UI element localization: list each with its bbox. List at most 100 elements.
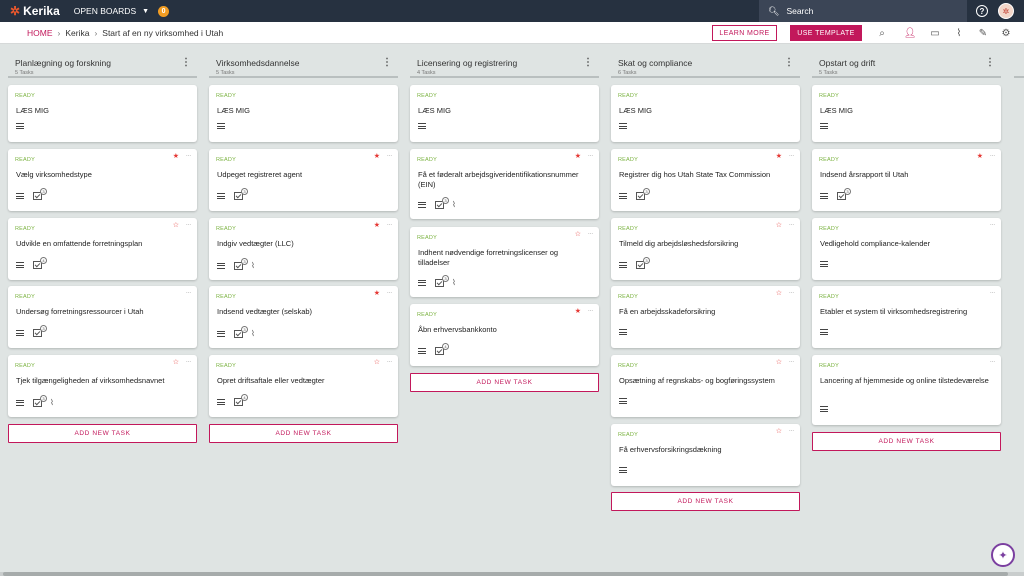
card-menu-icon[interactable]: ... xyxy=(186,289,191,295)
add-new-task-button[interactable]: ADD NEW TASK xyxy=(410,373,599,392)
task-card[interactable]: READY Få et føderalt arbejdsgiveridentif… xyxy=(410,149,599,219)
add-new-task-button[interactable]: ADD NEW TASK xyxy=(8,424,197,443)
priority-star-icon[interactable]: ☆ xyxy=(776,427,782,435)
checklist-icon: 3 xyxy=(33,325,47,337)
avatar[interactable]: ✲ xyxy=(998,3,1014,19)
card-menu-icon[interactable]: ... xyxy=(186,221,191,227)
priority-star-icon[interactable]: ☆ xyxy=(374,358,380,366)
task-card[interactable]: READY Åbn erhvervsbankkonto ★... 4 xyxy=(410,304,599,366)
learn-more-button[interactable]: LEARN MORE xyxy=(712,25,777,41)
attachment-icon[interactable]: ⌇ xyxy=(953,27,965,39)
column-menu-icon[interactable]: ⋮ xyxy=(985,57,995,68)
card-menu-icon[interactable]: ... xyxy=(990,289,995,295)
checklist-icon: 3 xyxy=(837,188,851,200)
task-card[interactable]: READY LÆS MIG xyxy=(8,85,197,142)
task-card[interactable]: READY Etabler et system til virksomhedsr… xyxy=(812,286,1001,348)
task-card[interactable]: READY Registrer dig hos Utah State Tax C… xyxy=(611,149,800,211)
card-menu-icon[interactable]: ... xyxy=(588,152,593,158)
priority-star-icon[interactable]: ★ xyxy=(776,152,782,160)
task-card[interactable]: READY Vælg virksomhedstype ★... 3 xyxy=(8,149,197,211)
horizontal-scrollbar[interactable] xyxy=(0,572,1024,576)
notification-badge[interactable]: 0 xyxy=(158,5,170,17)
card-menu-icon[interactable]: ... xyxy=(789,358,794,364)
priority-star-icon[interactable]: ☆ xyxy=(776,289,782,297)
priority-star-icon[interactable]: ★ xyxy=(374,289,380,297)
card-menu-icon[interactable]: ... xyxy=(588,307,593,313)
column-menu-icon[interactable]: ⋮ xyxy=(181,57,191,68)
card-menu-icon[interactable]: ... xyxy=(990,358,995,364)
priority-star-icon[interactable]: ★ xyxy=(575,152,581,160)
priority-star-icon[interactable]: ★ xyxy=(977,152,983,160)
card-menu-icon[interactable]: ... xyxy=(186,358,191,364)
add-new-task-button[interactable]: ADD NEW TASK xyxy=(611,492,800,511)
card-menu-icon[interactable]: ... xyxy=(387,358,392,364)
task-card[interactable]: READY Vedligehold compliance-kalender... xyxy=(812,218,1001,280)
task-card[interactable]: READY Indgiv vedtægter (LLC) ★... 3 ⌇ xyxy=(209,218,398,280)
column-header[interactable]: Planlægning og forskning 5 Tasks ⋮ xyxy=(8,52,197,78)
priority-star-icon[interactable]: ☆ xyxy=(575,230,581,238)
priority-star-icon[interactable]: ☆ xyxy=(776,358,782,366)
card-menu-icon[interactable]: ... xyxy=(990,152,995,158)
help-icon[interactable]: ? xyxy=(976,5,988,17)
card-menu-icon[interactable]: ... xyxy=(789,289,794,295)
column-header[interactable]: Skat og compliance 6 Tasks ⋮ xyxy=(611,52,800,78)
card-menu-icon[interactable]: ... xyxy=(387,221,392,227)
priority-star-icon[interactable]: ★ xyxy=(173,152,179,160)
task-card[interactable]: READY Få erhvervsforsikringsdækning ☆... xyxy=(611,424,800,486)
task-card[interactable]: READY LÆS MIG xyxy=(209,85,398,142)
priority-star-icon[interactable]: ★ xyxy=(575,307,581,315)
column-header[interactable]: Opstart og drift 5 Tasks ⋮ xyxy=(812,52,1001,78)
card-menu-icon[interactable]: ... xyxy=(387,289,392,295)
tools-icon[interactable]: ✎ xyxy=(977,27,989,39)
card-menu-icon[interactable]: ... xyxy=(186,152,191,158)
priority-star-icon[interactable]: ★ xyxy=(374,152,380,160)
task-card[interactable]: READY Indhent nødvendige forretningslice… xyxy=(410,227,599,297)
column-header[interactable]: Licensering og registrering 4 Tasks ⋮ xyxy=(410,52,599,78)
task-card[interactable]: READY LÆS MIG xyxy=(812,85,1001,142)
task-card[interactable]: READY Udvikle en omfattende forretningsp… xyxy=(8,218,197,280)
add-new-task-button[interactable]: ADD NEW TASK xyxy=(812,432,1001,451)
open-boards-menu[interactable]: OPEN BOARDS ▼ xyxy=(74,6,149,16)
task-card[interactable]: READY Lancering af hjemmeside og online … xyxy=(812,355,1001,425)
task-card[interactable]: READY Undersøg forretningsressourcer i U… xyxy=(8,286,197,348)
checklist-count: 3 xyxy=(241,257,248,265)
task-card[interactable]: READY Indsend årsrapport til Utah ★... 3 xyxy=(812,149,1001,211)
column-header[interactable]: Virksomhedsdannelse 5 Tasks ⋮ xyxy=(209,52,398,78)
column-menu-icon[interactable]: ⋮ xyxy=(382,57,392,68)
card-menu-icon[interactable]: ... xyxy=(789,221,794,227)
task-card[interactable]: READY LÆS MIG xyxy=(410,85,599,142)
card-menu-icon[interactable]: ... xyxy=(387,152,392,158)
search-box[interactable]: 🔍︎ Search xyxy=(759,0,967,22)
scrollbar-thumb[interactable] xyxy=(3,572,1008,576)
settings-icon[interactable]: ⚙︎ xyxy=(1000,27,1012,39)
column-menu-icon[interactable]: ⋮ xyxy=(583,57,593,68)
task-card[interactable]: READY Opsætning af regnskabs- og bogføri… xyxy=(611,355,800,417)
task-card[interactable]: READY Indsend vedtægter (selskab) ★... 3 ⌇ xyxy=(209,286,398,348)
chat-icon[interactable]: ▭ xyxy=(929,27,941,39)
add-new-task-button[interactable]: ADD NEW TASK xyxy=(209,424,398,443)
ai-assistant-button[interactable]: ✦ xyxy=(991,543,1015,567)
card-menu-icon[interactable]: ... xyxy=(789,152,794,158)
add-person-icon[interactable]: 👤︎ xyxy=(904,27,917,39)
use-template-button[interactable]: USE TEMPLATE xyxy=(790,25,862,41)
task-card[interactable]: READY LÆS MIG xyxy=(611,85,800,142)
task-card[interactable]: READY Opret driftsaftale eller vedtægter… xyxy=(209,355,398,417)
search-icon[interactable]: ⌕ xyxy=(876,27,888,39)
priority-star-icon[interactable]: ☆ xyxy=(776,221,782,229)
priority-star-icon[interactable]: ★ xyxy=(374,221,380,229)
task-status: READY xyxy=(417,312,437,318)
task-card[interactable]: READY Udpeget registreret agent ★... 3 xyxy=(209,149,398,211)
column-menu-icon[interactable]: ⋮ xyxy=(784,57,794,68)
breadcrumb-home[interactable]: HOME xyxy=(27,28,53,38)
task-card[interactable]: READY Få en arbejdsskadeforsikring ☆... xyxy=(611,286,800,348)
priority-star-icon[interactable]: ☆ xyxy=(173,358,179,366)
task-card[interactable]: READY Tilmeld dig arbejdsløshedsforsikri… xyxy=(611,218,800,280)
task-card[interactable]: READY Tjek tilgængeligheden af virksomhe… xyxy=(8,355,197,417)
priority-star-icon[interactable]: ☆ xyxy=(173,221,179,229)
card-menu-icon[interactable]: ... xyxy=(789,427,794,433)
breadcrumb-kerika[interactable]: Kerika xyxy=(65,28,89,38)
card-menu-icon[interactable]: ... xyxy=(588,230,593,236)
kerika-logo[interactable]: ✲ Kerika xyxy=(10,4,60,18)
column-title: Planlægning og forskning xyxy=(15,58,111,68)
card-menu-icon[interactable]: ... xyxy=(990,221,995,227)
